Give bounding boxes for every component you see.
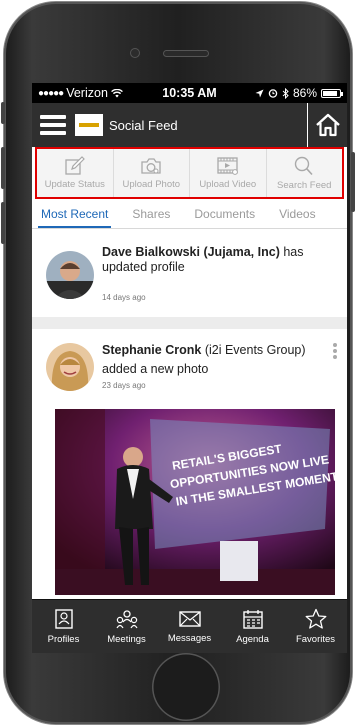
signal-icon: ●●●●●	[38, 87, 64, 99]
tab-shares[interactable]: Shares	[123, 199, 179, 228]
search-feed-button[interactable]: Search Feed	[267, 149, 343, 197]
page-title: Social Feed	[109, 117, 178, 133]
bottom-nav: Profiles Meetings Messages Agenda Favori…	[32, 599, 347, 653]
wifi-icon	[111, 88, 123, 97]
event-logo	[75, 114, 103, 136]
battery-level	[323, 90, 337, 96]
profiles-icon	[54, 609, 73, 629]
feed-item-action-prefix: has	[283, 245, 304, 259]
volume-up-button	[1, 147, 5, 189]
feed-item-time: 14 days ago	[102, 293, 146, 302]
search-icon	[295, 156, 313, 176]
edit-icon	[65, 156, 85, 175]
upload-video-label: Upload Video	[199, 179, 257, 190]
tab-videos[interactable]: Videos	[270, 199, 324, 228]
video-icon	[217, 157, 238, 175]
update-status-button[interactable]: Update Status	[37, 149, 114, 197]
home-nav-button[interactable]	[307, 103, 347, 147]
nav-meetings[interactable]: Meetings	[95, 600, 158, 653]
nav-favorites-label: Favorites	[295, 634, 336, 645]
update-status-label: Update Status	[44, 179, 105, 190]
avatar[interactable]	[46, 343, 94, 391]
star-icon	[305, 608, 326, 629]
camera-icon	[141, 158, 161, 174]
home-icon	[315, 113, 340, 137]
app-header: Social Feed	[32, 103, 347, 147]
feed-item-action: added a new photo	[102, 362, 209, 376]
tab-most-recent[interactable]: Most Recent	[32, 199, 117, 228]
battery-percent: 86%	[292, 86, 317, 100]
feed-item-time: 23 days ago	[102, 381, 146, 390]
nav-favorites[interactable]: Favorites	[284, 600, 347, 653]
carrier-label: Verizon	[66, 86, 108, 100]
nav-profiles[interactable]: Profiles	[32, 600, 95, 653]
upload-photo-label: Upload Photo	[122, 179, 181, 190]
feed-item[interactable]: Dave Bialkowski (Jujama, Inc) has update…	[32, 229, 347, 317]
volume-down-button	[1, 202, 5, 244]
agenda-icon	[242, 610, 263, 629]
app-screen: ●●●●● Verizon 10:35 AM 86% Social Feed U…	[32, 83, 347, 653]
power-button	[351, 152, 355, 212]
upload-video-button[interactable]: Upload Video	[190, 149, 267, 197]
nav-messages[interactable]: Messages	[158, 600, 221, 653]
more-options-icon[interactable]	[333, 343, 337, 359]
feed-list[interactable]: Dave Bialkowski (Jujama, Inc) has update…	[32, 229, 347, 653]
menu-icon[interactable]	[40, 115, 66, 135]
feed-item-action: updated profile	[102, 260, 185, 274]
mute-switch	[1, 102, 5, 124]
search-feed-label: Search Feed	[277, 180, 332, 191]
nav-meetings-label: Meetings	[107, 634, 146, 645]
nav-agenda[interactable]: Agenda	[221, 600, 284, 653]
feed-tabs: Most Recent Shares Documents Videos	[32, 199, 347, 229]
alarm-icon	[268, 89, 278, 98]
nav-agenda-label: Agenda	[236, 634, 269, 645]
feed-item-org: (i2i Events Group)	[204, 343, 306, 357]
messages-icon	[178, 611, 201, 627]
nav-profiles-label: Profiles	[47, 634, 80, 645]
tab-documents[interactable]: Documents	[185, 199, 264, 228]
home-button[interactable]	[152, 653, 220, 721]
battery-icon	[321, 88, 343, 98]
bluetooth-icon	[282, 87, 289, 99]
feed-item-text: Stephanie Cronk (i2i Events Group)	[102, 343, 335, 358]
feed-item-text: Dave Bialkowski (Jujama, Inc) has update…	[102, 245, 335, 275]
front-camera	[131, 49, 139, 57]
feed-item-author[interactable]: Stephanie Cronk	[102, 343, 201, 357]
feed-photo[interactable]: RETAIL'S BIGGEST OPPORTUNITIES NOW LIVE …	[55, 409, 335, 595]
action-bar: Update Status Upload Photo Upload Video	[35, 147, 344, 199]
status-bar: ●●●●● Verizon 10:35 AM 86%	[32, 83, 347, 103]
location-icon	[255, 89, 264, 97]
nav-messages-label: Messages	[167, 633, 212, 644]
feed-item-author[interactable]: Dave Bialkowski (Jujama, Inc)	[102, 245, 280, 259]
avatar[interactable]	[46, 251, 94, 299]
upload-photo-button[interactable]: Upload Photo	[114, 149, 190, 197]
meetings-icon	[115, 610, 138, 629]
earpiece-speaker	[164, 51, 208, 56]
